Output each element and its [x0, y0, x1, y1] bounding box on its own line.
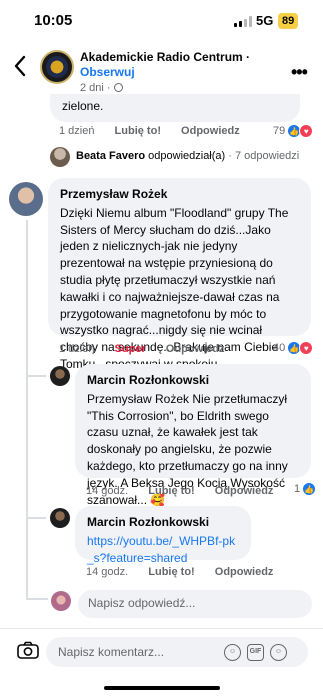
avatar: [51, 591, 71, 611]
reaction-count: 79: [273, 125, 286, 137]
reaction-count: 40: [273, 342, 286, 354]
reply-author[interactable]: Marcin Rozłonkowski: [87, 372, 299, 389]
comment-bubble: Przemysław Rożek Dzięki Niemu album "Flo…: [48, 178, 311, 371]
status-time: 10:05: [34, 12, 73, 29]
reply-author: Beata Favero: [76, 150, 146, 162]
gif-icon[interactable]: GIF: [247, 644, 264, 661]
reply-button[interactable]: Odpowiedz: [215, 566, 274, 578]
thread-connector: [26, 375, 46, 377]
like-button[interactable]: Lubię to!: [148, 485, 194, 497]
reaction-count: 1: [294, 483, 301, 495]
signal-icon: [234, 16, 252, 27]
page-avatar[interactable]: [40, 50, 74, 84]
input-icons: ☺ GIF ☺: [224, 644, 287, 661]
status-bar: 10:05 5G 89: [0, 0, 323, 44]
reply-input[interactable]: Napisz odpowiedź...: [78, 590, 312, 618]
thread-connector: [26, 517, 46, 519]
comment-time: 1 dzień: [59, 125, 95, 137]
more-options-icon[interactable]: •••: [291, 62, 308, 83]
thread-line: [26, 220, 28, 598]
reply-link[interactable]: https://youtu.be/_WHPBf-pk_s?feature=sha…: [87, 534, 235, 565]
heart-reaction-icon: ♥: [299, 124, 314, 138]
comment-author[interactable]: Przemysław Rożek: [60, 186, 299, 203]
comment-bubble-top: zielone.: [50, 94, 300, 122]
reply-actions: 14 godz. Lubię to! Odpowiedz: [86, 485, 290, 497]
reply-actions: 14 godz. Lubię to! Odpowiedz: [86, 566, 290, 578]
reply-button[interactable]: Odpowiedz: [166, 343, 225, 355]
like-reaction-icon: 👍: [302, 482, 317, 496]
page-title[interactable]: Akademickie Radio Centrum ·: [80, 50, 250, 64]
follow-button[interactable]: Obserwuj: [80, 65, 135, 79]
like-button[interactable]: Lubię to!: [115, 125, 161, 137]
avatar[interactable]: [50, 147, 70, 167]
page-name[interactable]: Akademickie Radio Centrum: [80, 50, 243, 64]
reaction-summary[interactable]: 1 👍: [294, 482, 317, 496]
comment-actions: 1 dzień Lubię to! Odpowiedz: [59, 125, 257, 137]
reply-bubble: Marcin Rozłonkowski https://youtu.be/_WH…: [75, 506, 251, 565]
back-arrow-icon[interactable]: [12, 54, 28, 78]
reaction-summary[interactable]: 79 👍 ♥: [273, 124, 314, 138]
post-header: Akademickie Radio Centrum · Obserwuj 2 d…: [0, 44, 323, 94]
comment-placeholder: Napisz komentarz...: [58, 645, 165, 659]
thread-connector: [26, 598, 48, 600]
reply-button[interactable]: Odpowiedz: [215, 485, 274, 497]
avatar[interactable]: [50, 508, 70, 528]
follow-row: Obserwuj: [80, 65, 135, 79]
like-button[interactable]: Lubię to!: [148, 566, 194, 578]
comment-input[interactable]: Napisz komentarz... ☺ GIF ☺: [46, 637, 308, 667]
network-type: 5G: [256, 13, 274, 28]
reply-time: 14 godz.: [86, 566, 129, 578]
replies-summary[interactable]: Beata Favero odpowiedział(a) · 7 odpowie…: [76, 150, 299, 162]
reply-button[interactable]: Odpowiedz: [181, 125, 240, 137]
avatar[interactable]: [9, 182, 43, 216]
reply-author[interactable]: Marcin Rozłonkowski: [87, 514, 239, 531]
avatar[interactable]: [50, 366, 70, 386]
like-button[interactable]: Super: [115, 343, 146, 355]
comment-bar: Napisz komentarz... ☺ GIF ☺: [0, 628, 323, 699]
globe-icon: [113, 83, 123, 92]
camera-icon[interactable]: [17, 641, 39, 659]
reaction-summary[interactable]: 40 👍 ♥: [273, 341, 314, 355]
home-indicator: [104, 686, 220, 690]
heart-reaction-icon: ♥: [299, 341, 314, 355]
reply-bubble: Marcin Rozłonkowski Przemysław Rożek Nie…: [75, 364, 311, 507]
comment-time: 1 dzień: [59, 343, 95, 355]
comment-text: zielone.: [62, 99, 104, 113]
post-meta: 2 dni ·: [80, 82, 123, 94]
comment-actions: 1 dzień Super Odpowiedz: [59, 343, 241, 355]
emoji-icon[interactable]: ☺: [224, 644, 241, 661]
sticker-icon[interactable]: ☺: [270, 644, 287, 661]
battery-icon: 89: [278, 13, 299, 29]
reply-time: 14 godz.: [86, 485, 129, 497]
